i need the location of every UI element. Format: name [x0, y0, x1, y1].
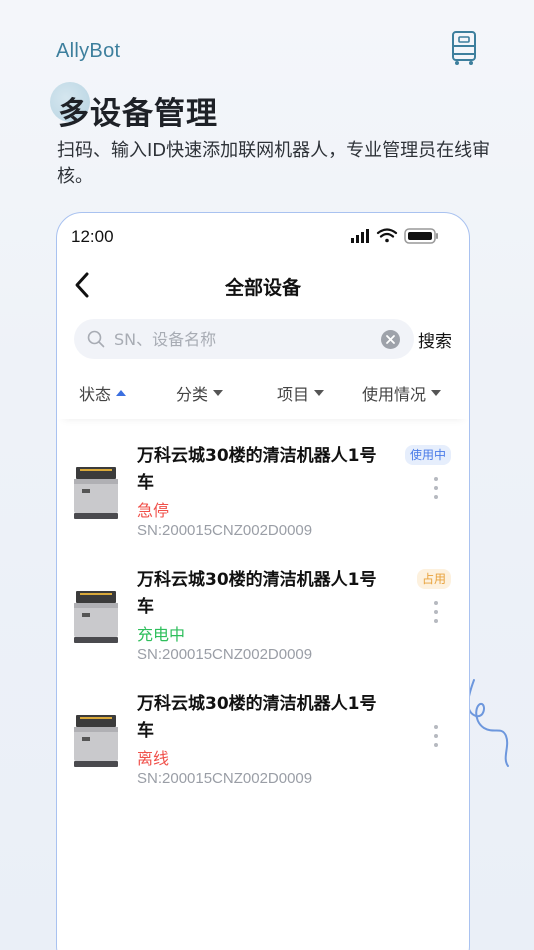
- filter-bar: 状态 分类 项目 使用情况: [57, 373, 469, 419]
- more-vertical-icon[interactable]: [433, 725, 439, 753]
- search-input[interactable]: [114, 319, 364, 359]
- page-title: 全部设备: [224, 277, 301, 299]
- more-vertical-icon[interactable]: [433, 601, 439, 629]
- status-badge: 使用中: [404, 445, 451, 465]
- hero-title: 多设备管理: [58, 96, 218, 132]
- phone-mockup: 12:00 全部设备 搜索: [56, 212, 470, 950]
- battery-icon: [404, 228, 438, 244]
- filter-category[interactable]: 分类: [176, 381, 224, 405]
- signal-icon: [351, 229, 369, 243]
- device-status: 充电中: [137, 625, 186, 644]
- robot-image: [74, 591, 118, 643]
- wifi-icon: [376, 228, 398, 243]
- clear-icon[interactable]: [381, 330, 400, 349]
- device-name: 万科云城30楼的清洁机器人1号车: [137, 694, 377, 741]
- search-button[interactable]: 搜索: [418, 327, 452, 352]
- filter-label: 状态: [79, 385, 112, 404]
- device-list-item[interactable]: 万科云城30楼的清洁机器人1号车 离线 SN:200015CNZ002D0009: [57, 691, 469, 815]
- decorative-squiggle-icon: [467, 679, 509, 767]
- device-status: 急停: [137, 501, 170, 520]
- status-icons: [351, 228, 438, 244]
- filter-label: 分类: [176, 385, 209, 404]
- filter-project[interactable]: 项目: [277, 381, 325, 405]
- caret-up-icon: [116, 390, 127, 396]
- caret-down-icon: [431, 390, 442, 396]
- device-sn: SN:200015CNZ002D0009: [137, 522, 313, 539]
- status-badge: 占用: [416, 569, 451, 589]
- caret-down-icon: [213, 390, 224, 396]
- device-list-item[interactable]: 万科云城30楼的清洁机器人1号车 急停 SN:200015CNZ002D0009…: [57, 443, 469, 567]
- hero-subtitle: 扫码、输入ID快速添加联网机器人，专业管理员在线审核。: [57, 140, 491, 187]
- more-vertical-icon[interactable]: [433, 477, 439, 505]
- search-icon: [87, 330, 105, 348]
- filter-label: 项目: [277, 385, 310, 404]
- caret-down-icon: [314, 390, 325, 396]
- device-sn: SN:200015CNZ002D0009: [137, 646, 313, 663]
- robot-outline-icon: [452, 31, 476, 65]
- device-status: 离线: [137, 749, 170, 768]
- robot-image: [74, 715, 118, 767]
- status-time: 12:00: [71, 227, 114, 246]
- search-box[interactable]: [74, 319, 414, 359]
- robot-image: [74, 467, 118, 519]
- device-list-item[interactable]: 万科云城30楼的清洁机器人1号车 充电中 SN:200015CNZ002D000…: [57, 567, 469, 691]
- filter-status[interactable]: 状态: [79, 381, 127, 405]
- device-sn: SN:200015CNZ002D0009: [137, 770, 313, 787]
- filter-label: 使用情况: [362, 385, 427, 404]
- device-name: 万科云城30楼的清洁机器人1号车: [137, 446, 377, 493]
- device-name: 万科云城30楼的清洁机器人1号车: [137, 570, 377, 617]
- brand-name: AllyBot: [56, 40, 121, 62]
- filter-usage[interactable]: 使用情况: [362, 381, 442, 405]
